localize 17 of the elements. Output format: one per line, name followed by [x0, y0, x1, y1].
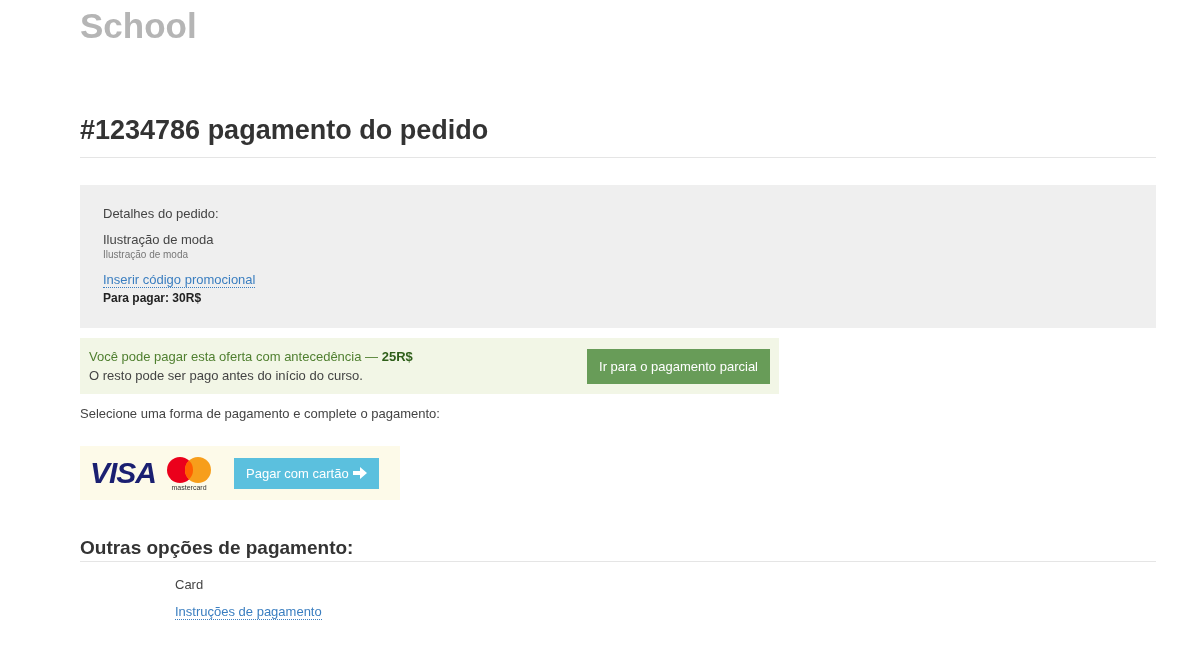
- order-details-label: Detalhes do pedido:: [103, 206, 219, 221]
- payment-instructions-link[interactable]: Instruções de pagamento: [175, 604, 322, 620]
- other-options-heading: Outras opções de pagamento:: [80, 536, 1156, 562]
- promo-code-link[interactable]: Inserir código promocional: [103, 272, 256, 288]
- advance-payment-text: Você pode pagar esta oferta com antecedência — 25R$: [89, 349, 413, 364]
- total-to-pay: Para pagar: 30R$: [103, 291, 202, 305]
- payment-prompt: Selecione uma forma de pagamento e complete o pagamento:: [80, 406, 440, 421]
- item-title: Ilustração de moda: [103, 232, 215, 247]
- page-heading: #1234786 pagamento do pedido: [80, 113, 1156, 158]
- pay-with-card-button[interactable]: Pagar com cartão: [234, 457, 379, 489]
- site-title: School: [80, 6, 197, 46]
- payment-option-label: Card: [175, 577, 204, 592]
- arrow-right-icon: [352, 467, 367, 479]
- item-subtitle: Ilustração de moda: [103, 249, 190, 260]
- remaining-payment-text: O resto pode ser pago antes do início do curso.: [89, 368, 364, 383]
- visa-logo: VISA: [90, 456, 157, 490]
- partial-payment-button[interactable]: Ir para o pagamento parcial: [587, 348, 770, 384]
